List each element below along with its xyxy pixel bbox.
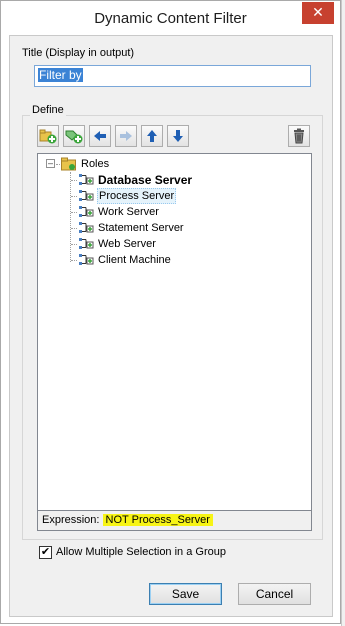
close-icon: ✕ (312, 4, 324, 20)
tree-item-label: Work Server (98, 206, 159, 218)
tree-connector (71, 180, 77, 181)
tree-item-label: Client Machine (98, 254, 171, 266)
expression-bar: Expression: NOT Process_Server (37, 511, 312, 531)
dialog-window: Dynamic Content Filter ✕ Title (Display … (0, 0, 341, 624)
role-node-icon (79, 206, 94, 217)
add-role-button[interactable] (37, 125, 59, 147)
add-role-icon (39, 129, 57, 144)
arrow-left-icon (94, 131, 106, 141)
collapse-toggle[interactable]: – (46, 159, 55, 168)
tree-root-label: Roles (81, 158, 110, 170)
expression-label: Expression: (42, 514, 100, 526)
tree-item-label: Web Server (98, 238, 156, 250)
expression-value: NOT Process_Server (102, 514, 213, 526)
tree-connector (71, 196, 77, 197)
allow-multiple-label[interactable]: Allow Multiple Selection in a Group (56, 546, 226, 558)
title-input[interactable]: Filter by (34, 65, 311, 87)
tree-item-label: Process Server (97, 188, 177, 204)
title-field-label: Title (Display in output) (22, 47, 135, 59)
move-up-button[interactable] (141, 125, 163, 147)
tree-connector (71, 244, 77, 245)
role-node-icon (79, 190, 94, 201)
tree-connector (71, 212, 77, 213)
tree-item-label: Statement Server (98, 222, 184, 234)
checkmark-icon: ✔ (40, 546, 51, 558)
dialog-body: Title (Display in output) Filter by Defi… (9, 35, 333, 617)
title-input-value: Filter by (38, 68, 83, 82)
role-node-icon (79, 222, 94, 233)
roles-tree[interactable]: – Roles Database Server Process Server Wor… (37, 153, 312, 511)
arrow-down-icon (173, 130, 183, 142)
roles-folder-icon (61, 157, 76, 171)
close-button[interactable]: ✕ (302, 2, 334, 24)
cancel-button[interactable]: Cancel (238, 583, 311, 605)
save-button[interactable]: Save (149, 583, 222, 605)
role-node-icon (79, 174, 94, 185)
tree-item-label: Database Server (98, 173, 193, 187)
add-item-button[interactable] (63, 125, 85, 147)
tree-connector (71, 228, 77, 229)
define-group-label: Define (30, 104, 66, 116)
delete-icon (294, 128, 304, 144)
allow-multiple-checkbox[interactable]: ✔ (39, 546, 52, 559)
dialog-title: Dynamic Content Filter (94, 10, 247, 27)
title-bar[interactable]: Dynamic Content Filter ✕ (1, 1, 340, 35)
delete-button[interactable] (288, 125, 310, 147)
add-item-icon (65, 130, 83, 144)
arrow-right-icon (120, 131, 132, 141)
background-window-edge (341, 0, 345, 626)
tree-connector (70, 172, 71, 262)
move-left-button[interactable] (89, 125, 111, 147)
arrow-up-icon (147, 130, 157, 142)
role-node-icon (79, 238, 94, 249)
tree-connector (71, 260, 77, 261)
move-down-button[interactable] (167, 125, 189, 147)
role-node-icon (79, 254, 94, 265)
move-right-button[interactable] (115, 125, 137, 147)
